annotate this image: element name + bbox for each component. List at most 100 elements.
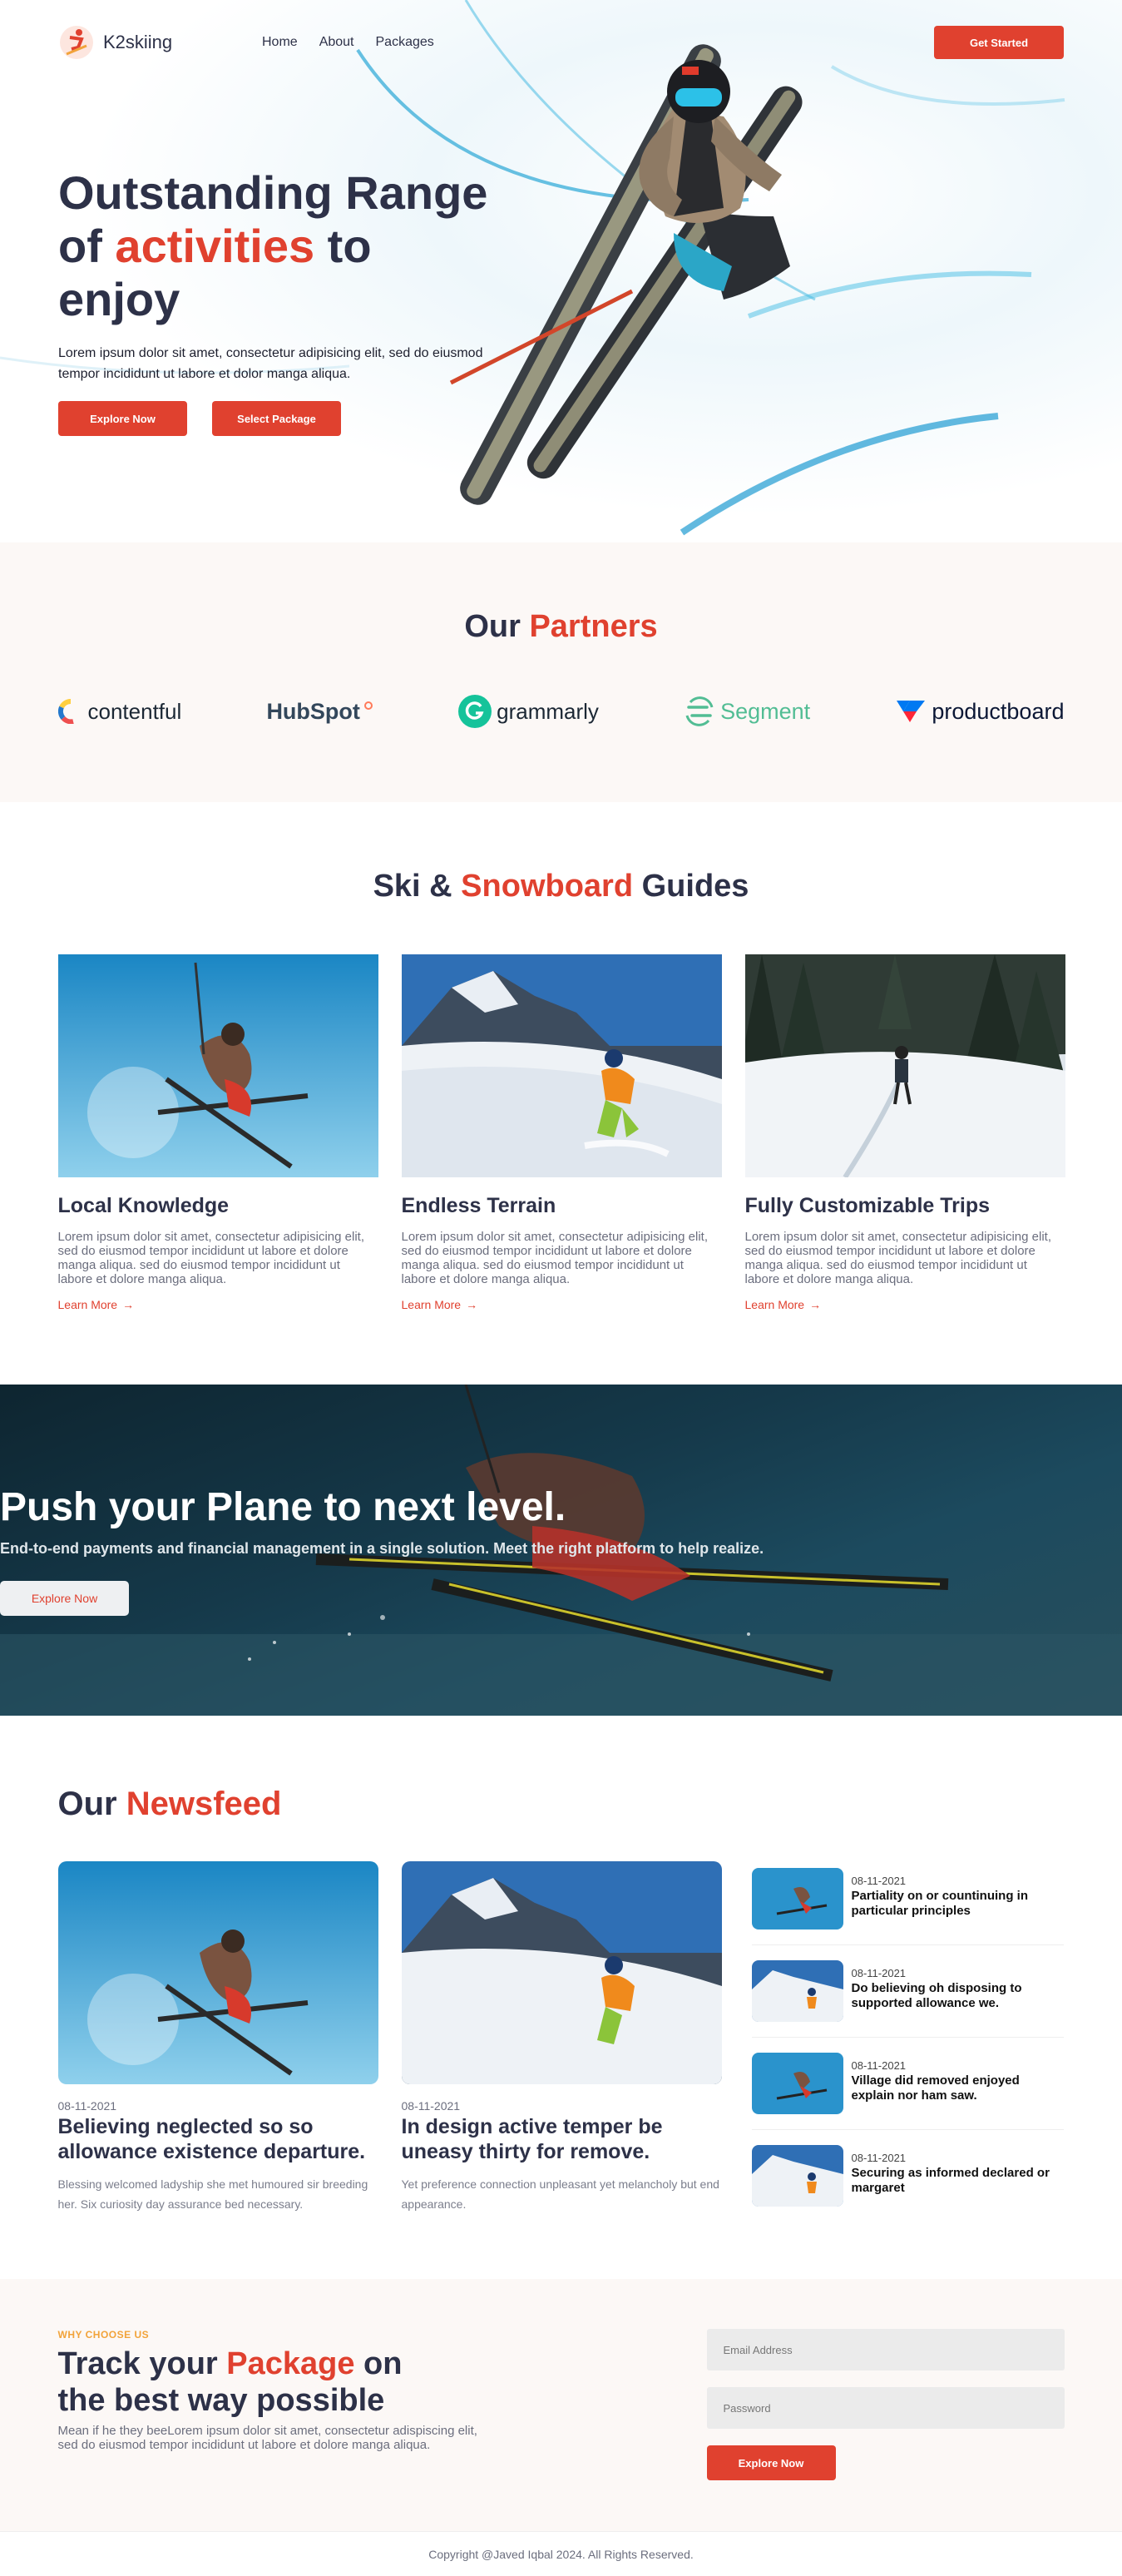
banner-subtitle: End-to-end payments and financial manage… [0,1540,764,1557]
hero-title-line3: enjoy [58,273,180,325]
track-title-pre: Track your [57,2346,227,2381]
nav-link-about[interactable]: About [319,35,354,50]
learn-more-link[interactable]: Learn More → [402,1298,478,1311]
news-list-title: Partiality on or countinuing in particul… [851,1889,1029,1918]
partner-grammarly[interactable]: grammarly [458,695,599,728]
track-title: Track your Package on the best way possib… [58,2346,491,2419]
newsfeed-title-accent: Newsfeed [126,1786,282,1822]
skier-jump-photo [57,954,378,1177]
select-package-button[interactable]: Select Package [212,401,341,436]
learn-more-label: Learn More [57,1298,118,1311]
partner-segment[interactable]: Segment [684,696,810,727]
hero-title: Outstanding Range of activities to enjoy [58,166,524,326]
guides-title-accent: Snowboard [461,869,634,904]
learn-more-link[interactable]: Learn More → [745,1298,822,1311]
news-list-date: 08-11-2021 [851,1875,907,1887]
mountain-skier-photo [401,954,722,1177]
nav-link-packages[interactable]: Packages [376,35,434,50]
hubspot-sprocket-icon [363,701,373,710]
guide-title: Endless Terrain [401,1194,556,1217]
nav-links: Home About Packages [262,35,434,50]
forest-skier-photo [744,954,1065,1177]
news-date: 08-11-2021 [57,2099,117,2113]
partner-grammarly-label: grammarly [497,698,599,724]
learn-more-link[interactable]: Learn More → [58,1298,135,1311]
get-started-button[interactable]: Get Started [934,26,1064,59]
newsfeed-title-pre: Our [57,1786,126,1822]
track-title-line2: the best way possible [57,2383,385,2418]
explore-now-button[interactable]: Explore Now [58,401,187,436]
partner-hubspot[interactable]: HubSpot [266,699,373,725]
news-thumbnail [751,2145,843,2207]
news-list-title: Village did removed enjoyed explain nor … [851,2073,1020,2103]
news-card[interactable]: 08-11-2021 In design active temper be un… [401,1861,722,2237]
why-choose-us-eyebrow: WHY CHOOSE US [57,2329,150,2341]
hero-title-accent: activities [115,220,315,272]
news-headline: Believing neglected so so allowance exis… [57,2115,366,2163]
newsfeed-section: Our Newsfeed 08-11-2021 Believing neglec… [0,1716,1122,2279]
partners-title-accent: Partners [529,609,658,644]
brand-logo[interactable]: K2skiing [58,24,262,61]
guides-section: Ski & Snowboard Guides Local Knowledge L… [0,802,1122,1385]
track-description: Mean if he they beeLorem ipsum dolor sit… [57,2424,477,2452]
learn-more-label: Learn More [401,1298,462,1311]
news-list-title: Securing as informed declared or margare… [851,2166,1050,2195]
guide-card-endless-terrain: Endless Terrain Lorem ipsum dolor sit am… [401,954,722,1313]
copyright-text: Copyright @Javed Iqbal 2024. All Rights … [428,2547,694,2561]
guide-title: Local Knowledge [57,1194,230,1217]
track-title-post: on [354,2346,403,2381]
news-thumbnail [751,2053,843,2114]
news-list-item[interactable]: 08-11-2021 Do believing oh disposing to … [751,1960,1064,2038]
learn-more-label: Learn More [744,1298,805,1311]
news-skier-jump-photo [57,1861,378,2084]
productboard-logo-icon [897,701,926,722]
banner-title: Push your Plane to next level. [0,1485,566,1529]
partner-contentful-label: contentful [87,698,182,724]
partner-productboard[interactable]: productboard [895,699,1064,725]
email-field[interactable] [706,2329,1065,2370]
guide-title: Fully Customizable Trips [744,1194,991,1217]
skier-logo-icon [60,26,93,59]
hero-section: K2skiing Home About Packages Get Started… [0,0,1122,542]
newsfeed-title: Our Newsfeed [58,1716,1065,1823]
banner-text: Push your Plane to next level. End-to-en… [0,1484,764,1616]
partners-title-pre: Our [464,609,530,644]
guide-description: Lorem ipsum dolor sit amet, consectetur … [401,1230,709,1286]
track-explore-button[interactable]: Explore Now [706,2445,836,2480]
track-text: WHY CHOOSE US Track your Package on the b… [58,2329,491,2480]
promo-banner: Push your Plane to next level. End-to-en… [0,1385,1122,1716]
hero-title-pre: of [58,220,116,272]
banner-explore-button[interactable]: Explore Now [0,1581,129,1616]
news-list-item[interactable]: 08-11-2021 Village did removed enjoyed e… [751,2053,1064,2130]
nav-link-home[interactable]: Home [262,35,298,50]
news-list-item[interactable]: 08-11-2021 Partiality on or countinuing … [751,1868,1064,1945]
news-thumbnail [751,1868,843,1930]
password-field[interactable] [706,2387,1065,2429]
news-list-date: 08-11-2021 [851,2152,907,2164]
guide-description: Lorem ipsum dolor sit amet, consectetur … [57,1230,365,1286]
partner-hubspot-label: HubSpot [266,698,360,724]
contentful-logo-icon [57,699,74,724]
partner-contentful[interactable]: contentful [57,698,182,725]
news-description: Blessing welcomed ladyship she met humou… [57,2177,368,2211]
partners-title: Our Partners [0,542,1122,645]
partner-logos: contentful HubSpot grammarly Segment pro… [57,695,1065,728]
brand-name: K2skiing [103,32,173,52]
partner-productboard-label: productboard [932,698,1065,724]
guides-title-pre: Ski & [373,869,462,904]
news-list-item[interactable]: 08-11-2021 Securing as informed declared… [751,2145,1064,2222]
hero-text: Outstanding Range of activities to enjoy… [58,166,524,436]
track-title-accent: Package [226,2346,355,2381]
news-thumbnail [751,1960,843,2022]
news-row: 08-11-2021 Believing neglected so so all… [57,1861,1065,2237]
track-package-section: WHY CHOOSE US Track your Package on the b… [0,2279,1122,2531]
news-date: 08-11-2021 [401,2099,461,2113]
arrow-right-icon: → [809,1298,822,1311]
partners-section: Our Partners contentful HubSpot grammarl… [0,542,1122,802]
hero-title-line1: Outstanding Range [58,166,488,219]
news-card[interactable]: 08-11-2021 Believing neglected so so all… [57,1861,378,2237]
guides-title-post: Guides [633,869,749,904]
hero-buttons: Explore Now Select Package [58,401,524,436]
guide-description: Lorem ipsum dolor sit amet, consectetur … [744,1230,1052,1286]
hero-description: Lorem ipsum dolor sit amet, consectetur … [58,346,483,381]
